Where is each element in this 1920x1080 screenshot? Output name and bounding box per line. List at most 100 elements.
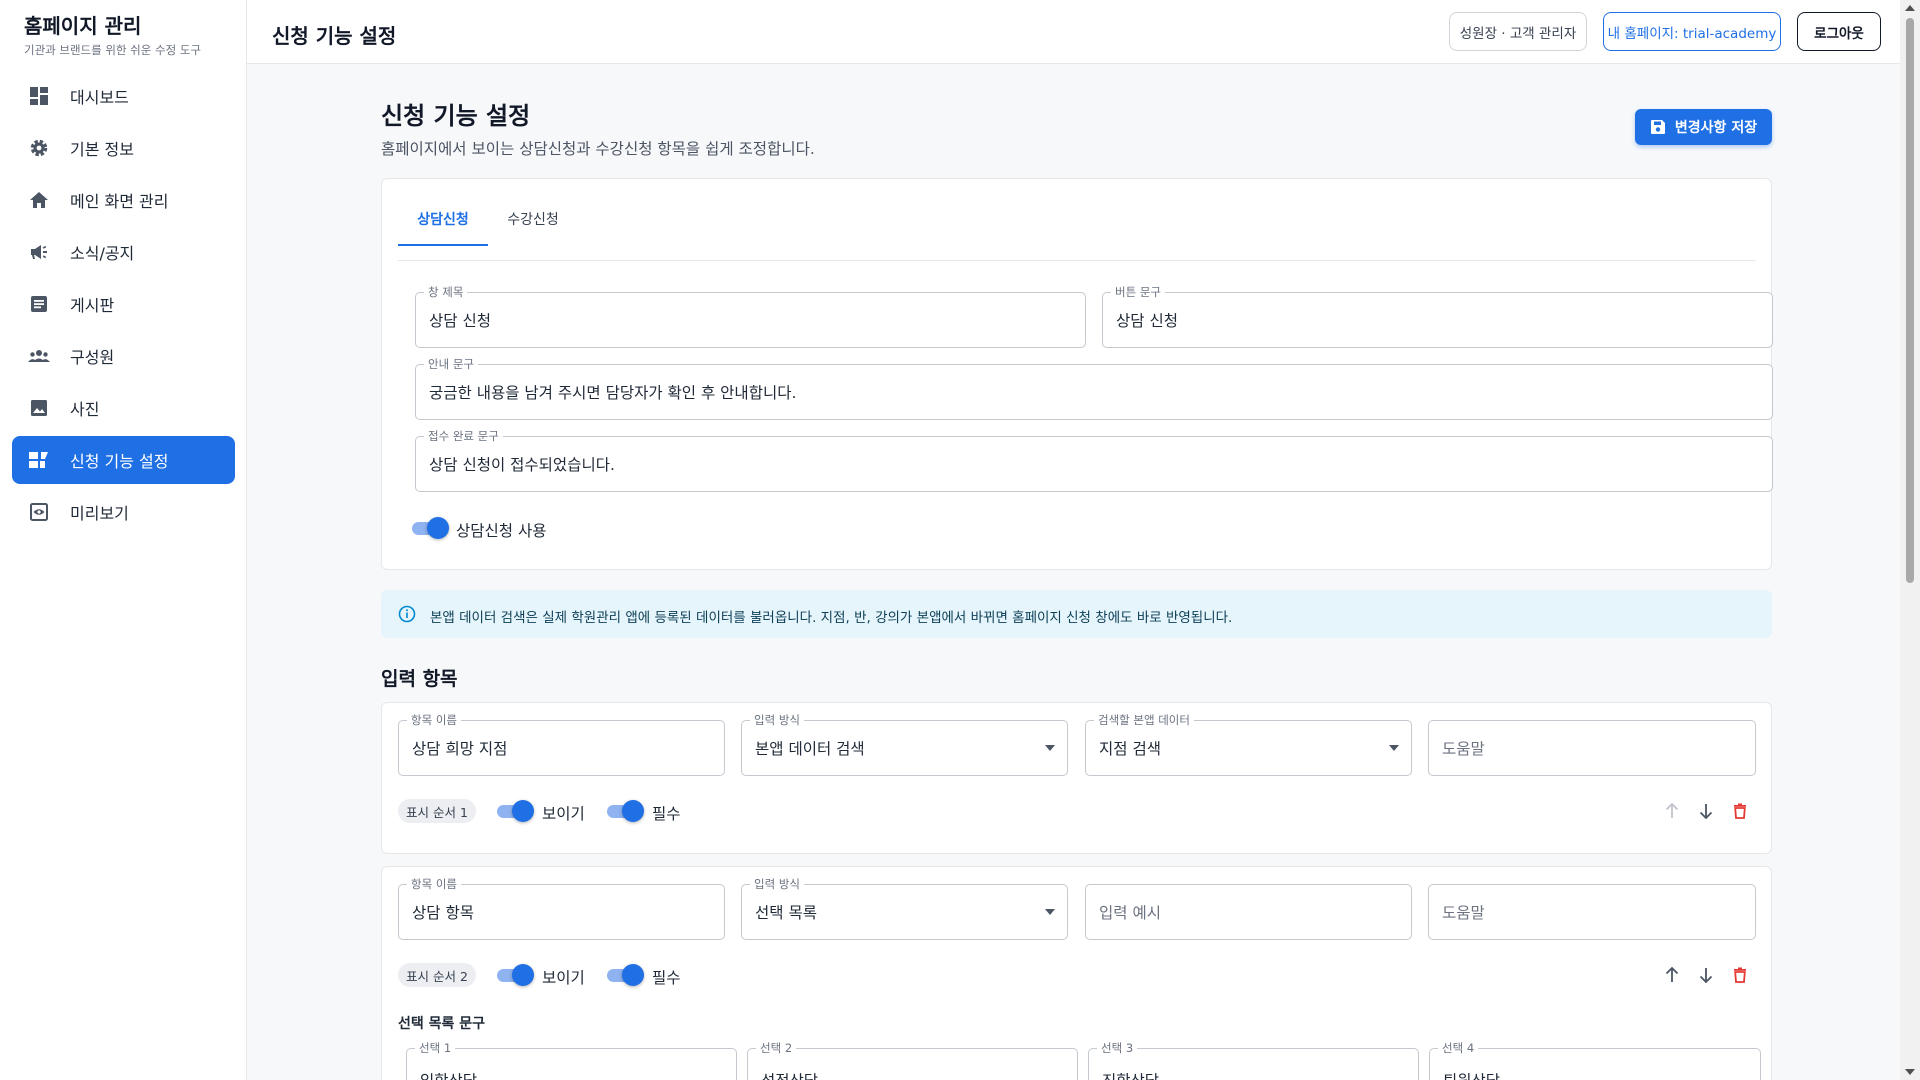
- sidebar-item-news[interactable]: 소식/공지: [12, 228, 235, 276]
- item-name-field[interactable]: 항목 이름 상담 희망 지점: [398, 713, 725, 776]
- consult-settings-card: 상담신청 수강신청 창 제목 상담 신청 버튼 문구 상담 신청 안내 문구 궁…: [381, 178, 1773, 570]
- sidebar-item-preview[interactable]: 미리보기: [12, 488, 235, 536]
- scrollbar-thumb[interactable]: [1906, 18, 1914, 583]
- move-down-button[interactable]: [1696, 801, 1716, 821]
- field-label: 선택 4: [1438, 1041, 1479, 1055]
- app-title: 홈페이지 관리: [24, 14, 142, 38]
- button-text-field[interactable]: 버튼 문구 상담 신청: [1102, 285, 1773, 348]
- visible-toggle[interactable]: [495, 800, 535, 822]
- sidebar-item-photos[interactable]: 사진: [12, 384, 235, 432]
- field-value: 성적상담: [761, 1069, 818, 1080]
- field-value: 상담 신청이 접수되었습니다.: [429, 456, 615, 474]
- info-alert: 본앱 데이터 검색은 실제 학원관리 앱에 등록된 데이터를 불러옵니다. 지점…: [381, 590, 1772, 638]
- sidebar-item-board[interactable]: 게시판: [12, 280, 235, 328]
- scroll-down-arrow-icon[interactable]: [1905, 1069, 1915, 1075]
- sidebar-item-application-settings[interactable]: 신청 기능 설정: [12, 436, 235, 484]
- options-title: 선택 목록 문구: [398, 1016, 486, 1032]
- field-value: 본앱 데이터 검색: [755, 740, 865, 758]
- tab-enrollment[interactable]: 수강신청: [488, 209, 578, 261]
- sidebar-item-label: 소식/공지: [70, 244, 135, 263]
- sidebar-item-label: 신청 기능 설정: [70, 452, 169, 471]
- delete-button[interactable]: [1730, 801, 1750, 821]
- field-value: 퇴원상담: [1443, 1069, 1500, 1080]
- search-data-select[interactable]: 검색할 본앱 데이터 지점 검색: [1085, 713, 1412, 776]
- option-field-4[interactable]: 선택 4 퇴원상담: [1429, 1041, 1761, 1080]
- sidebar-item-label: 사진: [70, 400, 100, 419]
- preview-icon: [28, 501, 50, 523]
- sidebar-item-basic-info[interactable]: 기본 정보: [12, 124, 235, 172]
- field-placeholder: 도움말: [1442, 904, 1485, 922]
- page-title: 신청 기능 설정: [381, 102, 531, 130]
- logout-button[interactable]: 로그아웃: [1797, 12, 1881, 51]
- chevron-down-icon: [1389, 745, 1399, 751]
- visible-toggle[interactable]: [495, 964, 535, 986]
- field-value: 입학상담: [420, 1069, 477, 1080]
- tab-consult[interactable]: 상담신청: [398, 209, 488, 261]
- gear-icon: [28, 137, 50, 159]
- required-toggle[interactable]: [605, 964, 645, 986]
- option-field-1[interactable]: 선택 1 입학상담: [406, 1041, 737, 1080]
- field-value: 궁금한 내용을 남겨 주시면 담당자가 확인 후 안내합니다.: [429, 384, 797, 402]
- article-icon: [28, 293, 50, 315]
- page-scrollbar[interactable]: [1900, 0, 1920, 1080]
- input-items-title: 입력 항목: [381, 668, 458, 690]
- info-text: 본앱 데이터 검색은 실제 학원관리 앱에 등록된 데이터를 불러옵니다. 지점…: [430, 610, 1233, 626]
- consult-enabled-toggle[interactable]: [410, 517, 450, 539]
- sidebar-item-label: 기본 정보: [70, 140, 134, 159]
- delete-button[interactable]: [1730, 965, 1750, 985]
- home-icon: [28, 189, 50, 211]
- role-button[interactable]: 성원장 · 고객 관리자: [1449, 12, 1587, 51]
- visible-label: 보이기: [542, 969, 585, 987]
- sidebar-item-dashboard[interactable]: 대시보드: [12, 72, 235, 120]
- page-description: 홈페이지에서 보이는 상담신청과 수강신청 항목을 쉽게 조정합니다.: [381, 140, 815, 158]
- field-value: 상담 희망 지점: [412, 740, 508, 758]
- field-placeholder: 도움말: [1442, 740, 1485, 758]
- arrow-up-icon: [1665, 803, 1679, 818]
- trash-icon: [1734, 803, 1746, 819]
- my-homepage-button[interactable]: 내 홈페이지: trial-academy: [1603, 12, 1781, 51]
- scroll-up-arrow-icon[interactable]: [1905, 5, 1915, 11]
- input-method-select[interactable]: 입력 방식 본앱 데이터 검색: [741, 713, 1068, 776]
- info-icon: [398, 605, 416, 627]
- visible-label: 보이기: [542, 805, 585, 823]
- field-label: 선택 1: [415, 1041, 456, 1055]
- move-down-button[interactable]: [1696, 965, 1716, 985]
- field-placeholder: 입력 예시: [1099, 904, 1161, 922]
- input-item-card: 항목 이름 상담 항목 입력 방식 선택 목록 입력 예시 도움말 표시 순서 …: [381, 866, 1772, 1080]
- required-toggle[interactable]: [605, 800, 645, 822]
- trash-icon: [1734, 967, 1746, 983]
- required-label: 필수: [652, 969, 681, 987]
- sidebar-nav: 대시보드 기본 정보 메인 화면 관리 소식/공지 게시판 구성원 사진 신청 …: [12, 72, 235, 540]
- sidebar-item-label: 메인 화면 관리: [70, 192, 169, 211]
- help-text-field[interactable]: 도움말: [1428, 884, 1756, 940]
- help-text-field[interactable]: 도움말: [1428, 720, 1756, 776]
- option-field-3[interactable]: 선택 3 진학상담: [1088, 1041, 1419, 1080]
- consult-enabled-label: 상담신청 사용: [456, 522, 547, 540]
- move-up-button[interactable]: [1662, 965, 1682, 985]
- sidebar-item-main-screen[interactable]: 메인 화면 관리: [12, 176, 235, 224]
- guide-text-field[interactable]: 안내 문구 궁금한 내용을 남겨 주시면 담당자가 확인 후 안내합니다.: [415, 357, 1773, 420]
- input-item-card: 항목 이름 상담 희망 지점 입력 방식 본앱 데이터 검색 검색할 본앱 데이…: [381, 702, 1772, 854]
- order-badge: 표시 순서 2: [398, 963, 476, 987]
- sidebar-item-label: 구성원: [70, 348, 115, 367]
- arrow-down-icon: [1699, 804, 1713, 819]
- header-title: 신청 기능 설정: [272, 24, 397, 48]
- move-up-button[interactable]: [1662, 801, 1682, 821]
- window-title-field[interactable]: 창 제목 상담 신청: [415, 285, 1086, 348]
- sidebar-item-members[interactable]: 구성원: [12, 332, 235, 380]
- save-button-label: 변경사항 저장: [1674, 120, 1758, 136]
- application-settings-icon: [28, 449, 50, 471]
- sidebar-item-label: 대시보드: [70, 88, 129, 107]
- save-changes-button[interactable]: 변경사항 저장: [1635, 109, 1772, 145]
- input-method-select[interactable]: 입력 방식 선택 목록: [741, 877, 1068, 940]
- sidebar-item-label: 미리보기: [70, 504, 129, 523]
- input-example-field[interactable]: 입력 예시: [1085, 884, 1412, 940]
- required-label: 필수: [652, 805, 681, 823]
- field-value: 진학상담: [1102, 1069, 1159, 1080]
- field-value: 선택 목록: [755, 904, 817, 922]
- image-icon: [28, 397, 50, 419]
- group-icon: [28, 345, 50, 367]
- complete-text-field[interactable]: 접수 완료 문구 상담 신청이 접수되었습니다.: [415, 429, 1773, 492]
- item-name-field[interactable]: 항목 이름 상담 항목: [398, 877, 725, 940]
- option-field-2[interactable]: 선택 2 성적상담: [747, 1041, 1078, 1080]
